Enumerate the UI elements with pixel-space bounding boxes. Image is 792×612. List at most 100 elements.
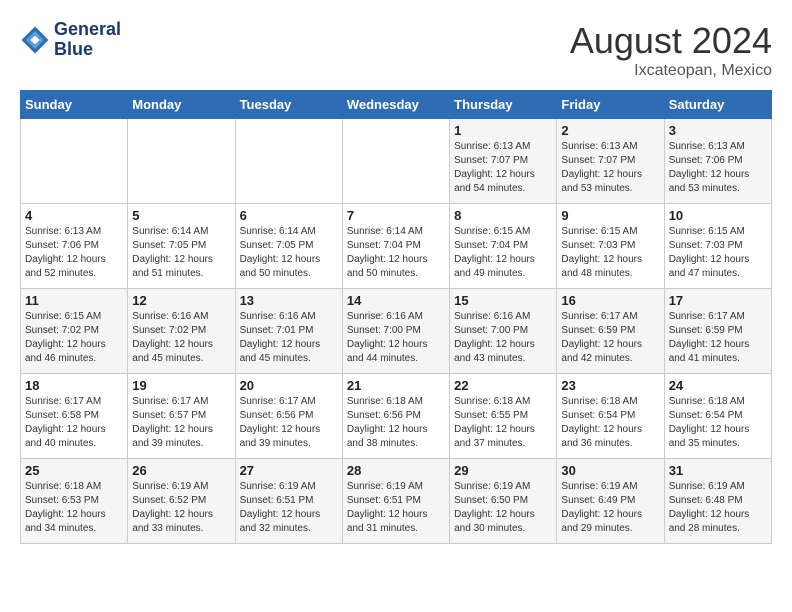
day-info: Sunrise: 6:19 AM Sunset: 6:51 PM Dayligh… xyxy=(240,480,338,536)
day-info: Sunrise: 6:15 AM Sunset: 7:04 PM Dayligh… xyxy=(454,225,552,281)
calendar-table: SundayMondayTuesdayWednesdayThursdayFrid… xyxy=(20,90,772,544)
day-number: 15 xyxy=(454,293,552,308)
logo-text: General Blue xyxy=(54,20,121,60)
calendar-cell: 25 Sunrise: 6:18 AM Sunset: 6:53 PM Dayli… xyxy=(21,459,128,544)
day-number: 5 xyxy=(132,208,230,223)
calendar-cell: 21Sunrise: 6:18 AM Sunset: 6:56 PM Dayli… xyxy=(342,374,449,459)
day-number: 28 xyxy=(347,463,445,478)
calendar-cell: 18 Sunrise: 6:17 AM Sunset: 6:58 PM Dayli… xyxy=(21,374,128,459)
day-number: 24 xyxy=(669,378,767,393)
day-number: 25 xyxy=(25,463,123,478)
day-info: Sunrise: 6:15 AM Sunset: 7:02 PM Dayligh… xyxy=(25,310,123,366)
day-info: Sunrise: 6:15 AM Sunset: 7:03 PM Dayligh… xyxy=(561,225,659,281)
day-info: Sunrise: 6:17 AM Sunset: 6:57 PM Dayligh… xyxy=(132,395,230,451)
calendar-cell: 2Sunrise: 6:13 AM Sunset: 7:07 PM Daylig… xyxy=(557,119,664,204)
day-of-week-header: Saturday xyxy=(664,91,771,119)
day-number: 20 xyxy=(240,378,338,393)
day-number: 7 xyxy=(347,208,445,223)
calendar-cell: 8 Sunrise: 6:15 AM Sunset: 7:04 PM Daylig… xyxy=(450,204,557,289)
month-year: August 2024 xyxy=(570,20,772,62)
day-number: 29 xyxy=(454,463,552,478)
day-of-week-header: Friday xyxy=(557,91,664,119)
day-of-week-header: Sunday xyxy=(21,91,128,119)
day-number: 30 xyxy=(561,463,659,478)
day-number: 31 xyxy=(669,463,767,478)
calendar-cell: 22 Sunrise: 6:18 AM Sunset: 6:55 PM Dayli… xyxy=(450,374,557,459)
day-info: Sunrise: 6:15 AM Sunset: 7:03 PM Dayligh… xyxy=(669,225,767,281)
day-number: 21 xyxy=(347,378,445,393)
day-info: Sunrise: 6:17 AM Sunset: 6:59 PM Dayligh… xyxy=(669,310,767,366)
day-number: 3 xyxy=(669,123,767,138)
day-number: 22 xyxy=(454,378,552,393)
calendar-cell: 10 Sunrise: 6:15 AM Sunset: 7:03 PM Dayli… xyxy=(664,204,771,289)
calendar-cell: 20 Sunrise: 6:17 AM Sunset: 6:56 PM Dayli… xyxy=(235,374,342,459)
day-info: Sunrise: 6:16 AM Sunset: 7:00 PM Dayligh… xyxy=(454,310,552,366)
day-info: Sunrise: 6:18 AM Sunset: 6:54 PM Dayligh… xyxy=(561,395,659,451)
calendar-cell xyxy=(21,119,128,204)
calendar-cell: 3 Sunrise: 6:13 AM Sunset: 7:06 PM Daylig… xyxy=(664,119,771,204)
day-info: Sunrise: 6:14 AM Sunset: 7:04 PM Dayligh… xyxy=(347,225,445,281)
calendar-cell: 23 Sunrise: 6:18 AM Sunset: 6:54 PM Dayli… xyxy=(557,374,664,459)
calendar-week-row: 1 Sunrise: 6:13 AM Sunset: 7:07 PM Daylig… xyxy=(21,119,772,204)
day-info: Sunrise: 6:19 AM Sunset: 6:48 PM Dayligh… xyxy=(669,480,767,536)
day-info: Sunrise: 6:16 AM Sunset: 7:01 PM Dayligh… xyxy=(240,310,338,366)
calendar-cell: 15 Sunrise: 6:16 AM Sunset: 7:00 PM Dayli… xyxy=(450,289,557,374)
calendar-cell: 14 Sunrise: 6:16 AM Sunset: 7:00 PM Dayli… xyxy=(342,289,449,374)
day-number: 16 xyxy=(561,293,659,308)
page-header: General Blue August 2024 Ixcateopan, Mex… xyxy=(20,20,772,80)
title-block: August 2024 Ixcateopan, Mexico xyxy=(570,20,772,80)
day-number: 10 xyxy=(669,208,767,223)
day-number: 8 xyxy=(454,208,552,223)
day-info: Sunrise: 6:18 AM Sunset: 6:55 PM Dayligh… xyxy=(454,395,552,451)
calendar-cell: 28 Sunrise: 6:19 AM Sunset: 6:51 PM Dayli… xyxy=(342,459,449,544)
day-number: 23 xyxy=(561,378,659,393)
day-of-week-header: Wednesday xyxy=(342,91,449,119)
calendar-cell: 1 Sunrise: 6:13 AM Sunset: 7:07 PM Daylig… xyxy=(450,119,557,204)
logo-icon xyxy=(20,25,50,55)
calendar-cell: 5 Sunrise: 6:14 AM Sunset: 7:05 PM Daylig… xyxy=(128,204,235,289)
calendar-cell: 26Sunrise: 6:19 AM Sunset: 6:52 PM Dayli… xyxy=(128,459,235,544)
calendar-week-row: 11Sunrise: 6:15 AM Sunset: 7:02 PM Dayli… xyxy=(21,289,772,374)
day-number: 13 xyxy=(240,293,338,308)
calendar-cell: 17Sunrise: 6:17 AM Sunset: 6:59 PM Dayli… xyxy=(664,289,771,374)
day-info: Sunrise: 6:17 AM Sunset: 6:56 PM Dayligh… xyxy=(240,395,338,451)
day-info: Sunrise: 6:19 AM Sunset: 6:51 PM Dayligh… xyxy=(347,480,445,536)
day-info: Sunrise: 6:13 AM Sunset: 7:06 PM Dayligh… xyxy=(669,140,767,196)
day-info: Sunrise: 6:19 AM Sunset: 6:49 PM Dayligh… xyxy=(561,480,659,536)
calendar-cell: 29 Sunrise: 6:19 AM Sunset: 6:50 PM Dayli… xyxy=(450,459,557,544)
day-number: 9 xyxy=(561,208,659,223)
calendar-cell xyxy=(342,119,449,204)
day-number: 14 xyxy=(347,293,445,308)
day-info: Sunrise: 6:13 AM Sunset: 7:06 PM Dayligh… xyxy=(25,225,123,281)
day-of-week-header: Tuesday xyxy=(235,91,342,119)
calendar-cell: 31 Sunrise: 6:19 AM Sunset: 6:48 PM Dayli… xyxy=(664,459,771,544)
day-info: Sunrise: 6:18 AM Sunset: 6:54 PM Dayligh… xyxy=(669,395,767,451)
day-info: Sunrise: 6:17 AM Sunset: 6:58 PM Dayligh… xyxy=(25,395,123,451)
day-number: 19 xyxy=(132,378,230,393)
logo: General Blue xyxy=(20,20,121,60)
day-number: 2 xyxy=(561,123,659,138)
day-number: 27 xyxy=(240,463,338,478)
day-info: Sunrise: 6:19 AM Sunset: 6:50 PM Dayligh… xyxy=(454,480,552,536)
day-info: Sunrise: 6:19 AM Sunset: 6:52 PM Dayligh… xyxy=(132,480,230,536)
day-info: Sunrise: 6:16 AM Sunset: 7:00 PM Dayligh… xyxy=(347,310,445,366)
day-number: 18 xyxy=(25,378,123,393)
day-info: Sunrise: 6:14 AM Sunset: 7:05 PM Dayligh… xyxy=(132,225,230,281)
calendar-cell: 16Sunrise: 6:17 AM Sunset: 6:59 PM Dayli… xyxy=(557,289,664,374)
calendar-cell: 6Sunrise: 6:14 AM Sunset: 7:05 PM Daylig… xyxy=(235,204,342,289)
day-info: Sunrise: 6:18 AM Sunset: 6:53 PM Dayligh… xyxy=(25,480,123,536)
calendar-week-row: 25 Sunrise: 6:18 AM Sunset: 6:53 PM Dayli… xyxy=(21,459,772,544)
calendar-cell xyxy=(128,119,235,204)
day-number: 1 xyxy=(454,123,552,138)
calendar-cell: 4 Sunrise: 6:13 AM Sunset: 7:06 PM Daylig… xyxy=(21,204,128,289)
calendar-week-row: 18 Sunrise: 6:17 AM Sunset: 6:58 PM Dayli… xyxy=(21,374,772,459)
calendar-cell: 27 Sunrise: 6:19 AM Sunset: 6:51 PM Dayli… xyxy=(235,459,342,544)
day-info: Sunrise: 6:13 AM Sunset: 7:07 PM Dayligh… xyxy=(454,140,552,196)
day-number: 6 xyxy=(240,208,338,223)
calendar-cell: 19 Sunrise: 6:17 AM Sunset: 6:57 PM Dayli… xyxy=(128,374,235,459)
day-number: 4 xyxy=(25,208,123,223)
calendar-cell: 12Sunrise: 6:16 AM Sunset: 7:02 PM Dayli… xyxy=(128,289,235,374)
location: Ixcateopan, Mexico xyxy=(570,62,772,80)
calendar-cell: 7 Sunrise: 6:14 AM Sunset: 7:04 PM Daylig… xyxy=(342,204,449,289)
calendar-cell: 11Sunrise: 6:15 AM Sunset: 7:02 PM Dayli… xyxy=(21,289,128,374)
